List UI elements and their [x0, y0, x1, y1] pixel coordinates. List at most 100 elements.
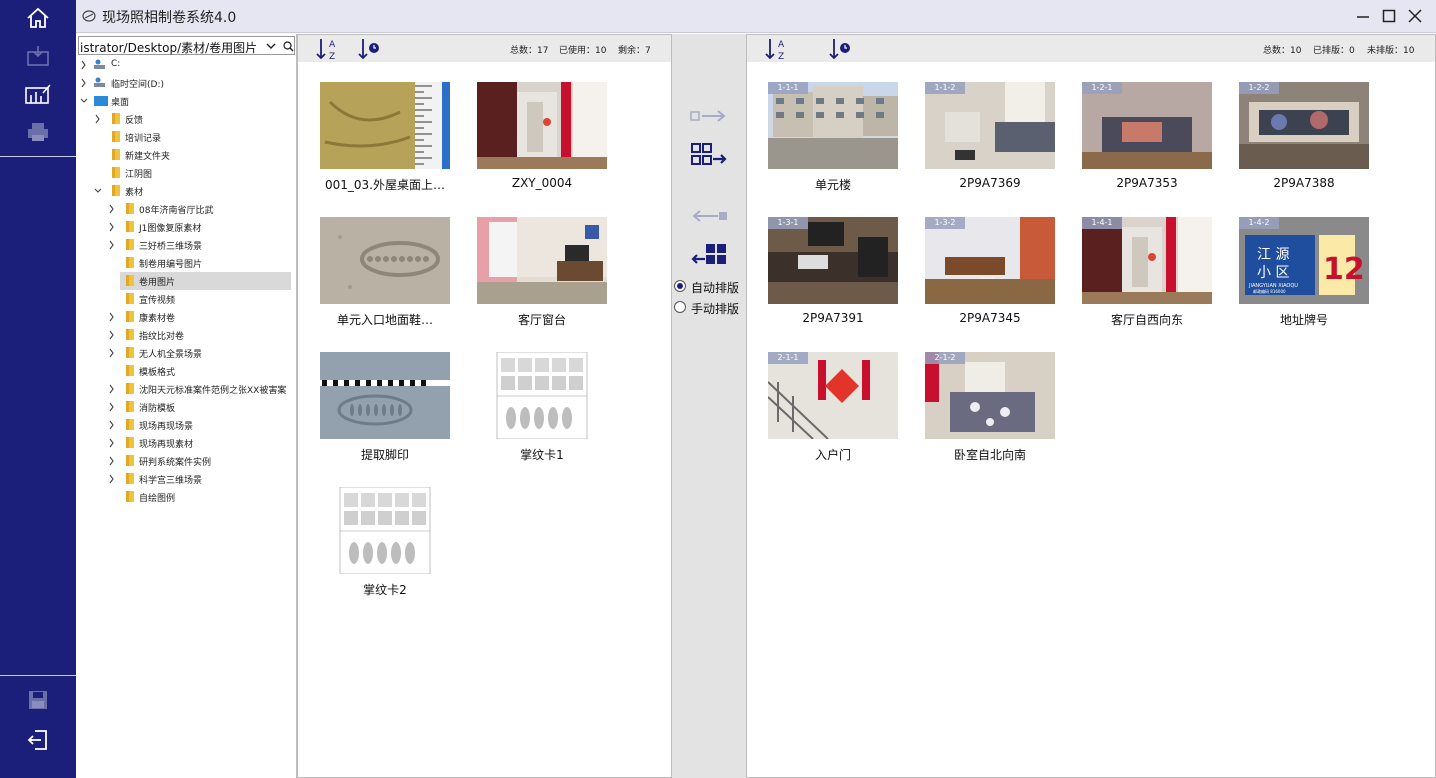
sort-by-name-icon[interactable]: AZ: [765, 37, 791, 62]
sort-by-time-icon[interactable]: [829, 37, 855, 61]
chevron-right-icon[interactable]: [108, 240, 116, 250]
tree-node[interactable]: 自绘图例: [76, 488, 295, 506]
sequence-badge: 1-3-2: [925, 217, 965, 229]
tree-node[interactable]: 科学宫三维场景: [76, 470, 295, 488]
photo-image: 江 源小 区 JIANGYUAN XIAOQU 邮政编码 816000 12: [1239, 217, 1369, 304]
tree-node[interactable]: 沈阳天元标准案件范例之张XX被害案: [76, 380, 295, 398]
tree-node[interactable]: 指纹比对卷: [76, 326, 295, 344]
tree-node[interactable]: 桌面: [76, 92, 295, 110]
tree-node[interactable]: 新建文件夹: [76, 146, 295, 164]
chevron-right-icon[interactable]: [80, 60, 88, 70]
path-text: istrator/Desktop/素材/卷用图片: [80, 41, 258, 55]
tree-node-label: 江阴图: [125, 170, 153, 180]
folder-icon: [126, 365, 138, 377]
photo-image: [1239, 82, 1369, 169]
chevron-right-icon[interactable]: [108, 312, 116, 322]
tree-node-label: C:: [111, 59, 121, 69]
tree-node[interactable]: 卷用图片: [76, 272, 295, 290]
app-window: 现场照相制卷系统4.0 istrator/Desktop/素材/卷用图片 C: 临…: [0, 0, 1436, 778]
tree-node[interactable]: 培训记录: [76, 128, 295, 146]
photo-caption: 2P9A7345: [959, 311, 1021, 325]
tree-node[interactable]: 临时空间(D:): [76, 74, 295, 92]
save-icon[interactable]: [0, 682, 76, 718]
tree-node-label: 现场再现场景: [139, 422, 194, 432]
chevron-right-icon[interactable]: [108, 474, 116, 484]
folder-icon: [126, 239, 138, 251]
chevron-right-icon[interactable]: [108, 438, 116, 448]
chevron-down-icon[interactable]: [80, 96, 88, 106]
chevron-right-icon[interactable]: [108, 456, 116, 466]
tree-node[interactable]: 制卷用编号图片: [76, 254, 295, 272]
radio-circle: [674, 301, 686, 313]
tree-node[interactable]: 康素材卷: [76, 308, 295, 326]
maximize-icon[interactable]: [1376, 4, 1402, 28]
tree-node[interactable]: 研判系统案件实例: [76, 452, 295, 470]
drive-icon: [94, 77, 106, 89]
sort-by-time-icon[interactable]: [358, 37, 384, 61]
tree-node-label: 消防模板: [139, 404, 176, 414]
chevron-right-icon[interactable]: [108, 420, 116, 430]
tree-node[interactable]: 江阴图: [76, 164, 295, 182]
source-photo-panel: AZ 总数：17 已使用：10 剩余：7 001_03.外屋桌面上… ZXY_00…: [297, 34, 672, 778]
window-title: 现场照相制卷系统4.0: [102, 10, 237, 26]
tree-node-label: 宣传视频: [139, 296, 176, 306]
chevron-down-icon[interactable]: [94, 186, 102, 196]
tree-node[interactable]: J1图像复原素材: [76, 218, 295, 236]
tree-node[interactable]: 模板格式: [76, 362, 295, 380]
photo-image: [477, 82, 607, 169]
tree-node[interactable]: 素材: [76, 182, 295, 200]
sort-a-label: A: [329, 40, 336, 50]
close-icon[interactable]: [1402, 4, 1428, 28]
move-all-left-button[interactable]: [686, 240, 732, 270]
chevron-right-icon[interactable]: [108, 330, 116, 340]
manual-layout-radio[interactable]: 手动排版: [674, 299, 746, 316]
folder-icon: [126, 491, 138, 503]
chart-edit-icon[interactable]: [0, 76, 76, 112]
tree-node[interactable]: 现场再现素材: [76, 434, 295, 452]
chevron-right-icon[interactable]: [108, 384, 116, 394]
tree-node[interactable]: 08年济南省厅比武: [76, 200, 295, 218]
logout-icon[interactable]: [0, 722, 76, 758]
chevron-right-icon[interactable]: [80, 78, 88, 88]
photo-image: [1082, 82, 1212, 169]
tree-node[interactable]: C:: [76, 56, 295, 74]
photo-caption: 掌纹卡2: [363, 583, 407, 597]
minimize-icon[interactable]: [1350, 4, 1376, 28]
tree-node[interactable]: 反馈: [76, 110, 295, 128]
chevron-right-icon[interactable]: [108, 348, 116, 358]
tree-node[interactable]: 三好桥三维场景: [76, 236, 295, 254]
print-icon[interactable]: [0, 114, 76, 150]
sort-by-name-icon[interactable]: AZ: [316, 37, 342, 62]
tree-node[interactable]: 宣传视频: [76, 290, 295, 308]
folder-icon: [126, 275, 138, 287]
move-selected-right-button[interactable]: [686, 101, 732, 131]
auto-layout-radio[interactable]: 自动排版: [674, 278, 746, 295]
move-selected-left-button[interactable]: [686, 201, 732, 231]
photo-caption: 客厅窗台: [517, 313, 566, 327]
drive-icon: [94, 59, 106, 71]
chevron-right-icon[interactable]: [108, 222, 116, 232]
source-total: 总数：17: [510, 46, 549, 56]
path-combobox[interactable]: istrator/Desktop/素材/卷用图片: [78, 36, 295, 55]
chevron-right-icon[interactable]: [94, 114, 102, 124]
tree-node[interactable]: 无人机全景场景: [76, 344, 295, 362]
chevron-right-icon[interactable]: [108, 402, 116, 412]
desktop-icon: [94, 95, 108, 107]
manual-layout-label: 手动排版: [691, 302, 740, 316]
folder-icon: [126, 455, 138, 467]
photo-image: [768, 82, 898, 169]
photo-caption: 单元入口地面鞋…: [336, 313, 433, 327]
chevron-right-icon[interactable]: [108, 204, 116, 214]
source-remain: 剩余：7: [618, 46, 651, 56]
photo-image: [925, 217, 1055, 304]
import-icon[interactable]: [0, 38, 76, 74]
photo-caption: 入户门: [814, 448, 851, 462]
move-all-right-button[interactable]: [686, 140, 732, 170]
tree-node[interactable]: 现场再现场景: [76, 416, 295, 434]
home-icon[interactable]: [0, 0, 76, 36]
tree-node[interactable]: 消防模板: [76, 398, 295, 416]
sequence-badge: 1-2-1: [1082, 82, 1122, 94]
search-icon[interactable]: [280, 38, 296, 54]
chevron-down-icon[interactable]: [263, 38, 279, 54]
folder-icon: [112, 185, 124, 197]
